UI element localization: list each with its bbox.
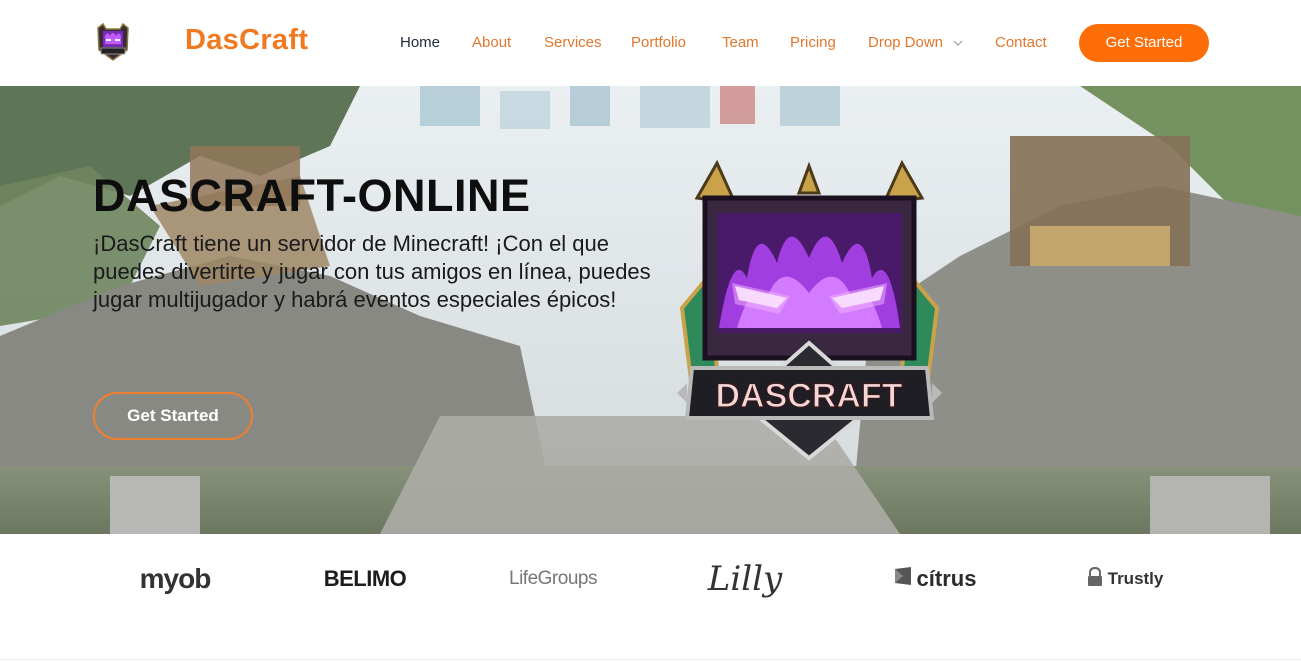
chevron-down-icon	[953, 34, 963, 52]
dascraft-emblem-image: DASCRAFT	[677, 158, 942, 473]
section-divider	[0, 659, 1301, 660]
nav-services[interactable]: Services	[544, 34, 602, 51]
client-logo-lilly: Lilly	[690, 556, 800, 602]
nav-dropdown[interactable]: Drop Down	[868, 34, 963, 52]
client-logo-label: myob	[139, 563, 212, 594]
hero-section: DASCRAFT-ONLINE ¡DasCraft tiene un servi…	[0, 86, 1301, 534]
client-logo-lifegroups: LifeGroups	[498, 556, 608, 602]
nav-contact[interactable]: Contact	[995, 34, 1047, 51]
nav-about[interactable]: About	[472, 34, 511, 51]
client-logo-myob: myob	[120, 556, 230, 602]
nav-portfolio[interactable]: Portfolio	[631, 34, 686, 51]
emblem-text: DASCRAFT	[716, 377, 903, 415]
client-logo-belimo: BELIMO	[310, 556, 420, 602]
client-logo-label: Trustly	[1107, 569, 1164, 588]
lock-icon	[1087, 566, 1103, 592]
client-logo-citrus: cítrus	[880, 556, 990, 602]
get-started-button-header[interactable]: Get Started	[1079, 24, 1209, 62]
client-logo-label: LifeGroups	[509, 568, 597, 589]
brand-name[interactable]: DasCraft	[185, 24, 308, 57]
clients-section: myob BELIMO LifeGroups Lilly cítrus Trus…	[0, 534, 1301, 661]
nav-home[interactable]: Home	[400, 34, 440, 51]
get-started-button-hero[interactable]: Get Started	[93, 392, 253, 440]
citrus-mark-icon	[894, 566, 912, 592]
nav-team[interactable]: Team	[722, 34, 759, 51]
client-logo-trustly: Trustly	[1070, 556, 1180, 602]
logo-icon[interactable]	[94, 22, 132, 62]
hero-description: ¡DasCraft tiene un servidor de Minecraft…	[93, 231, 651, 312]
hero-title: DASCRAFT-ONLINE	[93, 170, 531, 221]
client-logo-label: cítrus	[916, 566, 977, 591]
site-header: DasCraft Home About Services Portfolio T…	[0, 0, 1301, 86]
nav-dropdown-label[interactable]: Drop Down	[868, 34, 943, 51]
client-logo-label: BELIMO	[323, 566, 407, 591]
nav-pricing[interactable]: Pricing	[790, 34, 836, 51]
client-logo-label: Lilly	[707, 559, 783, 599]
